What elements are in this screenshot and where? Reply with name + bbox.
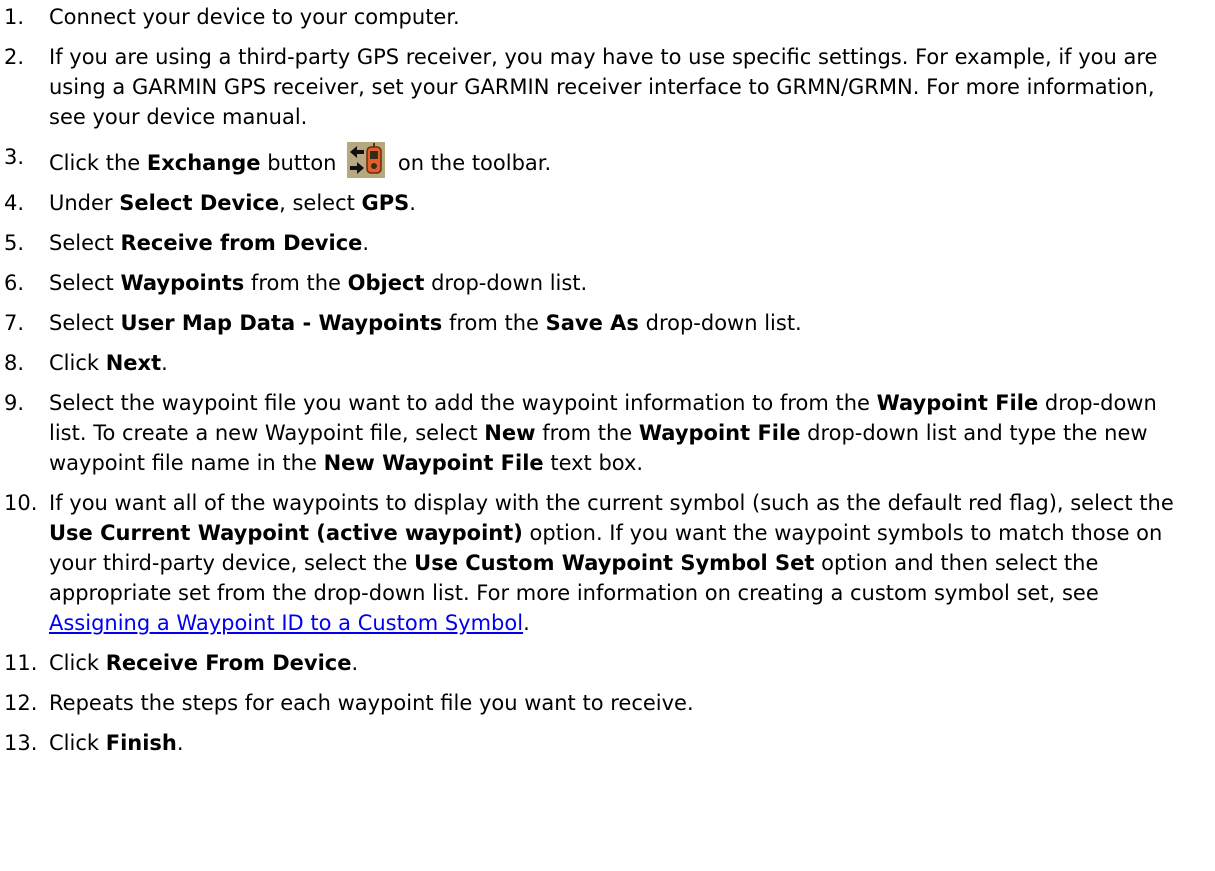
ui-term: Receive From Device (105, 651, 352, 675)
step-text: . (362, 231, 370, 255)
assigning-waypoint-id-link[interactable]: Assigning a Waypoint ID to a Custom Symb… (49, 611, 523, 635)
step-number: 7. (4, 311, 25, 335)
ui-term: Object (347, 271, 425, 295)
ui-term: Next (105, 351, 162, 375)
exchange-gps-icon (347, 142, 386, 178)
step-text: . (161, 351, 168, 375)
step-text: button (260, 151, 344, 175)
step-number: 8. (4, 351, 25, 375)
step-text: Select (49, 311, 121, 335)
step-text: drop-down list. (638, 311, 802, 335)
step-item: 13. Click Finish. (0, 728, 1215, 758)
ui-term: Finish (105, 731, 177, 755)
step-number: 9. (4, 391, 25, 415)
step-number: 13. (4, 731, 38, 755)
ui-term: Exchange (146, 151, 261, 175)
step-text: Under (49, 191, 120, 215)
step-text: If you are using a third-party GPS recei… (49, 45, 1158, 129)
step-number: 3. (4, 145, 25, 169)
step-item: 11. Click Receive From Device. (0, 648, 1215, 678)
step-text: from the (535, 421, 639, 445)
ui-term: Waypoints (120, 271, 245, 295)
step-number: 11. (4, 651, 38, 675)
step-item: 4. Under Select Device, select GPS. (0, 188, 1215, 218)
ui-term: New (484, 421, 536, 445)
ui-term: Use Custom Waypoint Symbol Set (414, 551, 815, 575)
step-item: 3. Click the Exchange button on the toolb… (0, 142, 1215, 178)
step-item: 12. Repeats the steps for each waypoint f… (0, 688, 1215, 718)
step-number: 12. (4, 691, 38, 715)
step-number: 6. (4, 271, 25, 295)
step-text: text box. (543, 451, 644, 475)
step-text: on the toolbar. (391, 151, 552, 175)
step-text: . (523, 611, 530, 635)
step-item: 1. Connect your device to your computer. (0, 2, 1215, 32)
step-item: 6. Select Waypoints from the Object drop-… (0, 268, 1215, 298)
help-page: 1. Connect your device to your computer. 2… (0, 0, 1215, 871)
step-text: If you want all of the waypoints to disp… (49, 491, 1174, 515)
step-text: Repeats the steps for each waypoint file… (49, 691, 694, 715)
step-item: 2. If you are using a third-party GPS rec… (0, 42, 1215, 132)
step-text: . (176, 731, 184, 755)
step-text: . (351, 651, 359, 675)
ui-term: Waypoint File (638, 421, 801, 445)
step-text: from the (244, 271, 348, 295)
step-text: Click the (49, 151, 147, 175)
ui-term: User Map Data - Waypoints (120, 311, 443, 335)
ui-term: Select Device (119, 191, 280, 215)
step-text: Select (49, 271, 121, 295)
step-item: 9. Select the waypoint file you want to a… (0, 388, 1215, 478)
ui-term: Waypoint File (876, 391, 1039, 415)
step-text: drop-down list. (424, 271, 588, 295)
step-text: Click (49, 731, 106, 755)
step-text: Select the waypoint file you want to add… (49, 391, 877, 415)
ui-term: GPS (361, 191, 410, 215)
step-number: 2. (4, 45, 25, 69)
step-text: from the (442, 311, 546, 335)
step-number: 5. (4, 231, 25, 255)
ui-term: Receive from Device (120, 231, 363, 255)
step-item: 10. If you want all of the waypoints to d… (0, 488, 1215, 638)
step-text: Click (49, 351, 106, 375)
step-item: 5. Select Receive from Device. (0, 228, 1215, 258)
step-text: Select (49, 231, 121, 255)
step-number: 1. (4, 5, 25, 29)
step-number: 4. (4, 191, 25, 215)
step-text: Connect your device to your computer. (49, 5, 460, 29)
step-item: 8. Click Next. (0, 348, 1215, 378)
step-text: . (409, 191, 416, 215)
step-text: Click (49, 651, 106, 675)
ui-term: Use Current Waypoint (active waypoint) (49, 521, 523, 545)
ui-term: New Waypoint File (323, 451, 544, 475)
step-number: 10. (4, 491, 38, 515)
procedure-steps: 1. Connect your device to your computer. 2… (0, 2, 1215, 758)
step-text: , select (279, 191, 362, 215)
step-item: 7. Select User Map Data - Waypoints from … (0, 308, 1215, 338)
ui-term: Save As (545, 311, 639, 335)
